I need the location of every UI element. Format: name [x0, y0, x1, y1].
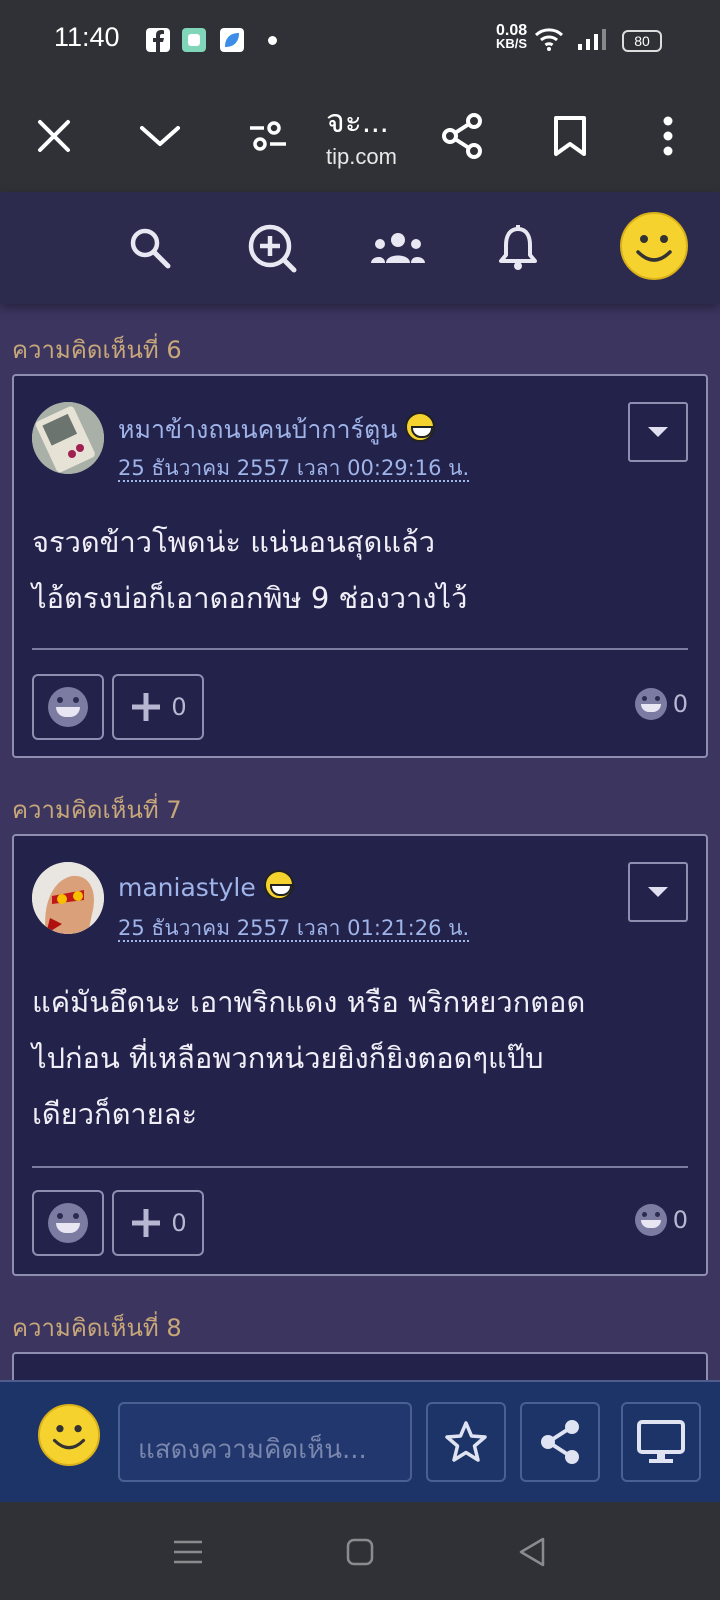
username-text[interactable]: หมาข้างถนนคนบ้าการ์ตูน — [118, 415, 397, 444]
comment-body: แค่มันอึดนะ เอาพริกแดง หรือ พริกหยวกตอด … — [32, 974, 692, 1142]
signal-icon — [576, 28, 606, 56]
more-vert-icon[interactable] — [636, 104, 700, 168]
plus-icon — [132, 1209, 161, 1237]
reaction-summary[interactable]: 0 — [634, 688, 688, 720]
site-navbar — [0, 192, 720, 304]
add-search-icon[interactable] — [244, 220, 300, 276]
comment-card: หมาข้างถนนคนบ้าการ์ตูน 25 ธันวาคม 2557 เ… — [12, 374, 708, 758]
group-icon[interactable] — [370, 220, 426, 276]
plus-icon — [132, 693, 161, 721]
comment-menu-dropdown[interactable] — [628, 862, 688, 922]
plus-vote-button[interactable]: 0 — [112, 1190, 204, 1256]
comment-menu-dropdown[interactable] — [628, 402, 688, 462]
username-link[interactable]: หมาข้างถนนคนบ้าการ์ตูน — [118, 410, 436, 450]
network-speed: 0.08 KB/S — [496, 23, 528, 51]
plus-vote-button[interactable]: 0 — [112, 674, 204, 740]
comment-number-label: ความคิดเห็นที่ 6 — [12, 336, 182, 364]
battery-indicator: 80 — [622, 30, 662, 52]
comment-line: ไปก่อน ที่เหลือพวกหน่วยยิงก็ยิงตอดๆแป๊บ — [32, 1041, 544, 1075]
plus-count: 0 — [171, 693, 187, 721]
comment-line: จรวดข้าวโพดน่ะ แน่นอนสุดแล้ว — [32, 525, 436, 559]
bell-icon[interactable] — [490, 220, 546, 276]
reaction-summary[interactable]: 0 — [634, 1204, 688, 1236]
comment-input[interactable]: แสดงความคิดเห็น... — [118, 1402, 412, 1482]
monitor-icon — [637, 1420, 685, 1463]
smiley-icon[interactable] — [38, 1404, 100, 1466]
plus-count: 0 — [171, 1209, 187, 1237]
app-notification-icon — [182, 28, 206, 52]
app-notification-icon — [220, 28, 244, 52]
reaction-count: 0 — [672, 690, 688, 718]
share-button[interactable] — [520, 1402, 600, 1482]
tune-icon[interactable] — [236, 104, 300, 168]
bookmark-icon[interactable] — [538, 104, 602, 168]
chevron-down-icon[interactable] — [128, 104, 192, 168]
reaction-button[interactable] — [32, 1190, 104, 1256]
user-avatar-smiley-icon[interactable] — [620, 212, 688, 280]
laughing-emoji-icon — [48, 1203, 88, 1243]
comment-line: แค่มันอึดนะ เอาพริกแดง หรือ พริกหยวกตอด — [32, 985, 586, 1019]
page-title: จะ... — [326, 103, 389, 139]
avatar[interactable] — [32, 402, 104, 474]
username-link[interactable]: maniastyle — [118, 870, 294, 902]
comment-line: ไอ้ตรงบ่อก็เอาดอกพิษ 9 ช่องวางไว้ — [32, 581, 468, 615]
comment-compose-bar: แสดงความคิดเห็น... — [0, 1380, 720, 1502]
status-bar: 11:40 0.08 KB/S 80 — [0, 0, 720, 82]
comment-number-label: ความคิดเห็นที่ 8 — [12, 1314, 182, 1342]
laughing-emoji-icon — [48, 687, 88, 727]
username-text[interactable]: maniastyle — [118, 873, 256, 902]
comment-number-label: ความคิดเห็นที่ 7 — [12, 796, 182, 824]
share-icon — [541, 1420, 579, 1464]
menu-icon[interactable] — [166, 1530, 210, 1574]
status-time: 11:40 — [54, 22, 120, 52]
reaction-button[interactable] — [32, 674, 104, 740]
back-icon[interactable] — [510, 1530, 554, 1574]
avatar[interactable] — [32, 862, 104, 934]
comment-line: เดียวก็ตายละ — [32, 1097, 198, 1131]
laughing-emoji-icon — [634, 1204, 667, 1236]
favorite-button[interactable] — [426, 1402, 506, 1482]
laughing-emoji-icon — [263, 870, 294, 900]
facebook-icon — [146, 28, 170, 52]
reaction-count: 0 — [672, 1206, 688, 1234]
laughing-emoji-icon — [405, 412, 436, 442]
divider — [32, 1166, 688, 1168]
comment-body: จรวดข้าวโพดน่ะ แน่นอนสุดแล้ว ไอ้ตรงบ่อก็… — [32, 514, 692, 626]
close-icon[interactable] — [22, 104, 86, 168]
divider — [32, 648, 688, 650]
page-domain: tip.com — [326, 144, 397, 169]
wifi-icon — [534, 26, 564, 56]
share-icon[interactable] — [430, 104, 494, 168]
system-navigation-bar — [0, 1502, 720, 1600]
home-icon[interactable] — [338, 1530, 382, 1574]
search-icon[interactable] — [122, 220, 178, 276]
desktop-view-button[interactable] — [621, 1402, 701, 1482]
laughing-emoji-icon — [634, 688, 667, 720]
comment-date-link[interactable]: 25 ธันวาคม 2557 เวลา 01:21:26 น. — [118, 916, 470, 942]
browser-toolbar: จะ... tip.com — [0, 82, 720, 192]
speed-unit: KB/S — [496, 36, 528, 51]
more-notifications-dot — [268, 36, 277, 45]
comment-date-link[interactable]: 25 ธันวาคม 2557 เวลา 00:29:16 น. — [118, 456, 470, 482]
star-icon — [445, 1421, 487, 1462]
comment-card: maniastyle 25 ธันวาคม 2557 เวลา 01:21:26… — [12, 834, 708, 1276]
